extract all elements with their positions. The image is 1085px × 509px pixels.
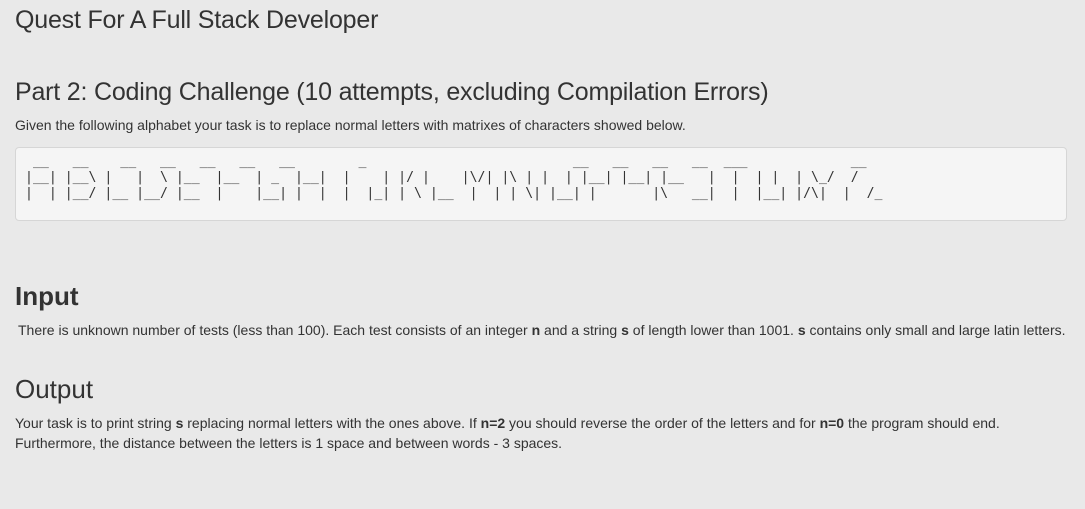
output-var-n0: n=0 xyxy=(819,415,845,431)
part-intro: Given the following alphabet your task i… xyxy=(15,117,686,133)
output-text-3: you should reverse the order of the lett… xyxy=(505,415,820,431)
output-heading: Output xyxy=(15,374,94,404)
ascii-alphabet-block: __ __ __ __ __ __ __ _ __ __ __ __ ___ _… xyxy=(15,147,1067,221)
input-var-s: s xyxy=(621,322,629,338)
problem-page: Quest For A Full Stack Developer Part 2:… xyxy=(0,0,1085,509)
page-title: Quest For A Full Stack Developer xyxy=(15,6,379,34)
input-text-4: contains only small and large latin lett… xyxy=(805,322,1066,338)
input-var-s-2: s xyxy=(797,322,806,338)
input-var-n: n xyxy=(531,322,541,338)
output-text-2: replacing normal letters with the ones a… xyxy=(183,415,481,431)
input-text-1: There is unknown number of tests (less t… xyxy=(18,322,532,338)
output-text-1: Your task is to print string xyxy=(15,415,176,431)
input-description: There is unknown number of tests (less t… xyxy=(15,320,1070,340)
output-description: Your task is to print string s replacing… xyxy=(15,413,1070,453)
input-text-2: and a string xyxy=(540,322,622,338)
input-text-3: of length lower than 1001. xyxy=(628,322,798,338)
output-var-n2: n=2 xyxy=(480,415,506,431)
input-heading: Input xyxy=(15,281,79,311)
part-heading: Part 2: Coding Challenge (10 attempts, e… xyxy=(15,78,769,106)
